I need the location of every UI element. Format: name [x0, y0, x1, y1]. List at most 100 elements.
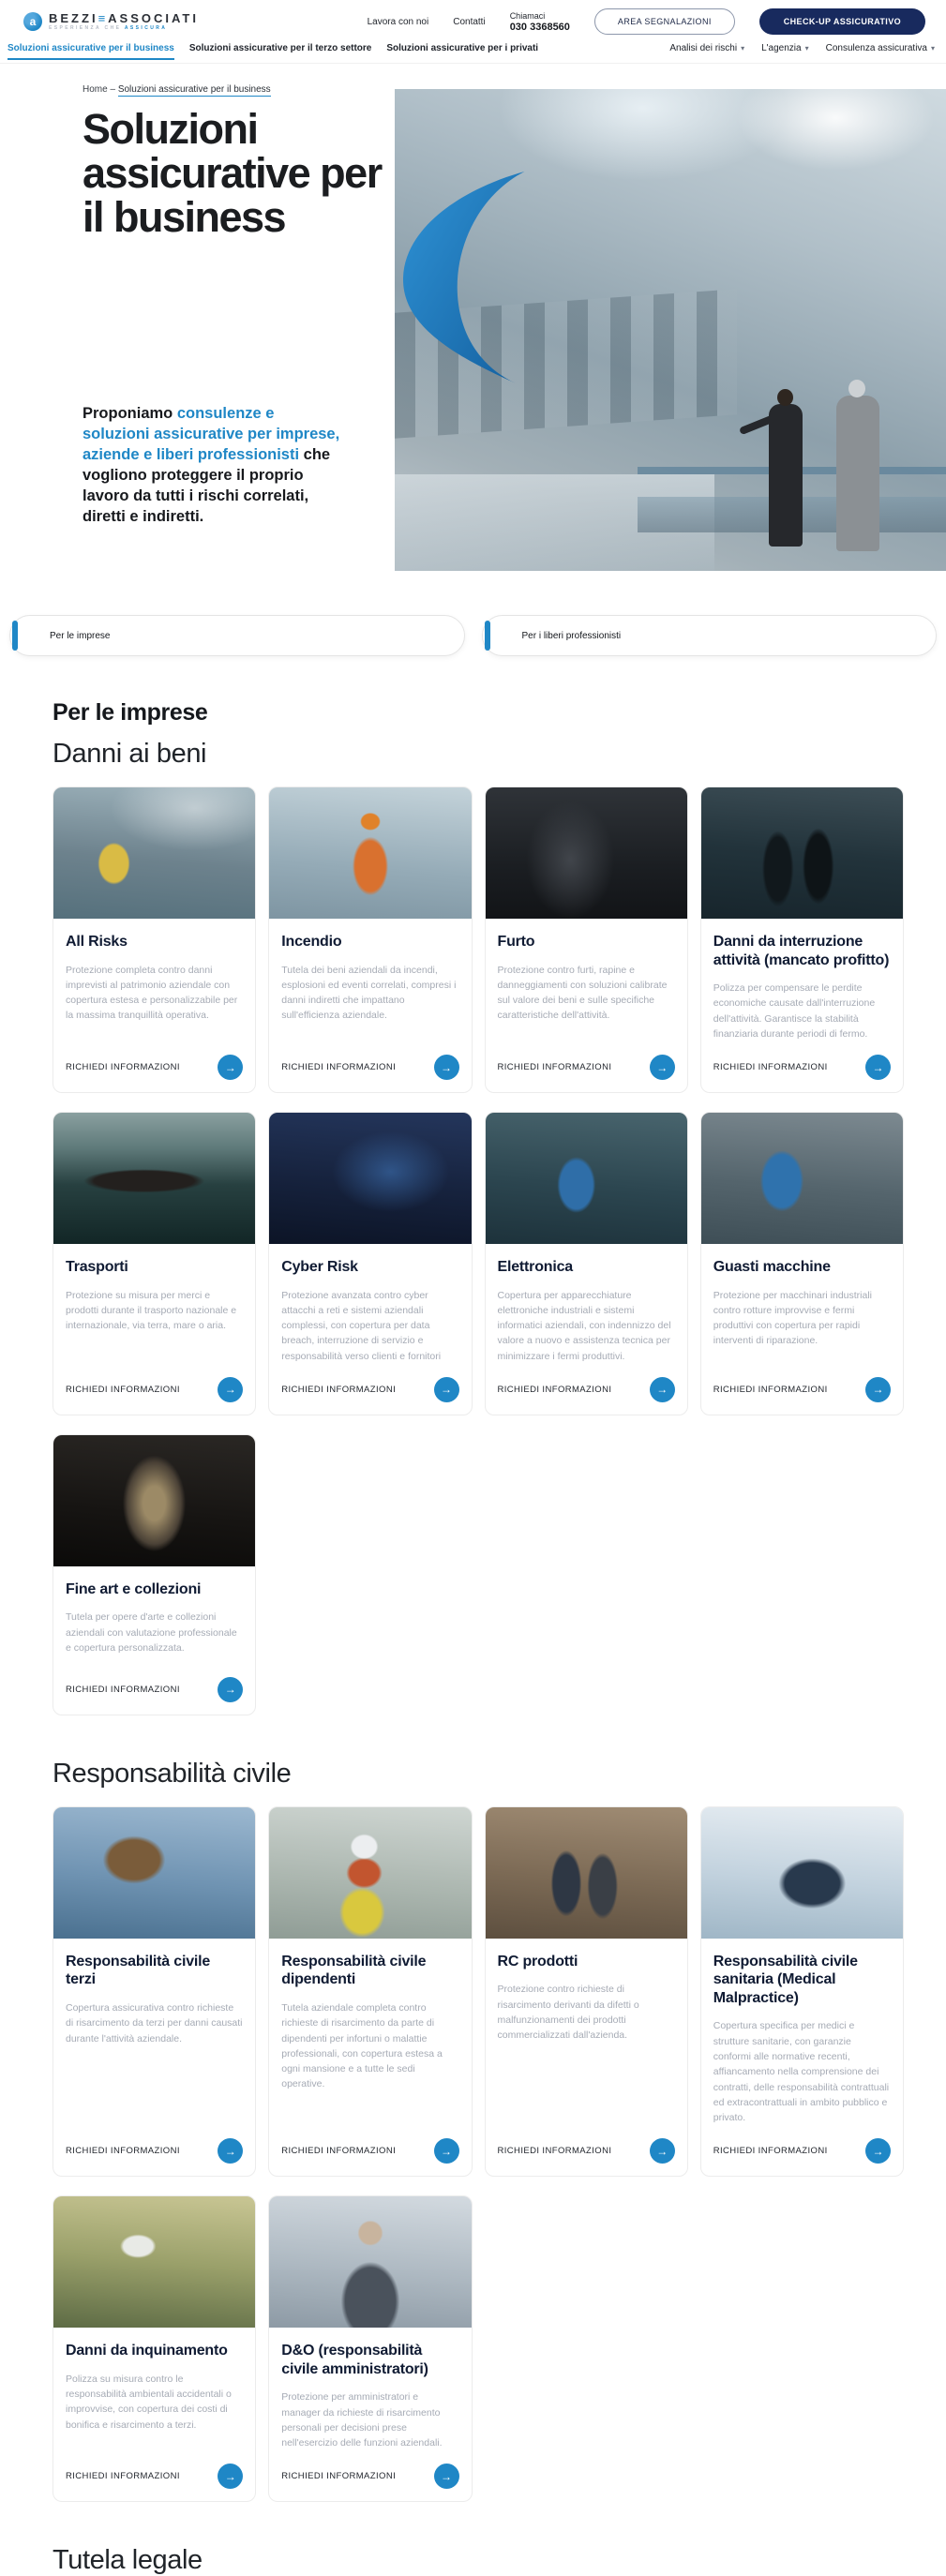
card-title: Responsabilità civile sanitaria (Medical… [713, 1953, 858, 2006]
blue-swoosh-graphic [402, 171, 525, 384]
call-label: Chiamaci [509, 10, 546, 21]
nav-link-contatti[interactable]: Contatti [453, 17, 485, 27]
arrow-button[interactable]: → [649, 1055, 675, 1081]
card-description: Protezione per macchinari industriali co… [713, 1289, 872, 1347]
card-elettronica: Elettronica Copertura per apparecchiatur… [484, 1112, 688, 1415]
request-info-link[interactable]: RICHIEDI INFORMAZIONI [281, 2471, 396, 2481]
card-image-elettronica [485, 1113, 687, 1245]
request-info-link[interactable]: RICHIEDI INFORMAZIONI [66, 2146, 180, 2156]
request-info-link[interactable]: RICHIEDI INFORMAZIONI [281, 1385, 396, 1395]
card-image-incendio [269, 787, 472, 919]
arrow-button[interactable]: → [865, 1376, 891, 1402]
card-image-interruzione [700, 787, 903, 919]
tab-per-le-imprese[interactable]: Per le imprese [9, 615, 465, 656]
checkup-assicurativo-button[interactable]: CHECK-UP ASSICURATIVO [758, 8, 925, 35]
card-title: Incendio [281, 934, 342, 950]
request-info-link[interactable]: RICHIEDI INFORMAZIONI [66, 2471, 180, 2481]
arrow-icon: → [224, 2144, 236, 2158]
arrow-button[interactable]: → [218, 1676, 244, 1702]
request-info-link[interactable]: RICHIEDI INFORMAZIONI [498, 1062, 612, 1072]
dropdown-agenzia[interactable]: L'agenzia ▾ [761, 43, 809, 53]
danni-ai-beni-grid: All Risks Protezione completa contro dan… [53, 786, 904, 1715]
dropdown-consulenza[interactable]: Consulenza assicurativa ▾ [826, 43, 935, 53]
card-image-rc-sanitaria [700, 1806, 903, 1939]
request-info-link[interactable]: RICHIEDI INFORMAZIONI [66, 1385, 180, 1395]
card-image-furto [485, 787, 687, 919]
card-incendio: Incendio Tutela dei beni aziendali da in… [268, 786, 473, 1094]
arrow-icon: → [224, 2469, 236, 2483]
subnav-terzo-settore[interactable]: Soluzioni assicurative per il terzo sett… [189, 43, 372, 60]
logo-tagline: ESPERIENZA CHE ASSICURA [49, 25, 168, 31]
logo[interactable]: a BEZZI≡ASSOCIATI ESPERIENZA CHE ASSICUR… [23, 12, 199, 31]
request-info-link[interactable]: RICHIEDI INFORMAZIONI [281, 1062, 396, 1072]
area-segnalazioni-button[interactable]: AREA SEGNALAZIONI [593, 8, 735, 35]
tab-per-i-liberi-professionisti[interactable]: Per i liberi professionisti [481, 615, 937, 656]
arrow-icon: → [872, 1060, 884, 1074]
arrow-button[interactable]: → [218, 2138, 244, 2164]
card-interruzione-attivita: Danni da interruzione attività (mancato … [699, 786, 904, 1094]
request-info-link[interactable]: RICHIEDI INFORMAZIONI [498, 1385, 612, 1395]
arrow-button[interactable]: → [433, 1055, 459, 1081]
card-image-guasti-macchine [700, 1113, 903, 1245]
request-info-link[interactable]: RICHIEDI INFORMAZIONI [66, 1062, 180, 1072]
arrow-button[interactable]: → [649, 2138, 675, 2164]
header: a BEZZI≡ASSOCIATI ESPERIENZA CHE ASSICUR… [0, 0, 946, 43]
arrow-button[interactable]: → [649, 1376, 675, 1402]
card-image-rc-prodotti [485, 1806, 687, 1939]
arrow-icon: → [441, 1060, 452, 1074]
card-description: Protezione contro furti, rapine e danneg… [497, 964, 668, 1022]
card-title: RC prodotti [497, 1953, 578, 1969]
arrow-button[interactable]: → [865, 2138, 891, 2164]
phone-number[interactable]: 030 3368560 [510, 22, 570, 33]
card-description: Protezione avanzata contro cyber attacch… [281, 1289, 442, 1362]
arrow-button[interactable]: → [218, 1376, 244, 1402]
card-description: Polizza su misura contro le responsabili… [66, 2373, 232, 2431]
chevron-down-icon: ▾ [741, 44, 745, 52]
card-description: Copertura assicurativa contro richieste … [66, 2001, 243, 2044]
arrow-button[interactable]: → [433, 2138, 459, 2164]
card-title: Danni da inquinamento [66, 2343, 228, 2359]
breadcrumb-home[interactable]: Home [83, 84, 108, 95]
card-cyber-risk: Cyber Risk Protezione avanzata contro cy… [268, 1112, 473, 1415]
logo-separator-icon: ≡ [98, 11, 109, 25]
card-fine-art: Fine art e collezioni Tutela per opere d… [53, 1433, 257, 1715]
request-info-link[interactable]: RICHIEDI INFORMAZIONI [713, 2146, 828, 2156]
card-all-risks: All Risks Protezione completa contro dan… [53, 786, 257, 1094]
request-info-link[interactable]: RICHIEDI INFORMAZIONI [713, 1385, 828, 1395]
nav-link-lavora-con-noi[interactable]: Lavora con noi [368, 17, 429, 27]
arrow-button[interactable]: → [218, 2464, 244, 2490]
card-description: Tutela aziendale completa contro richies… [281, 2001, 443, 2090]
dropdown-analisi-rischi[interactable]: Analisi dei rischi ▾ [669, 43, 744, 53]
arrow-button[interactable]: → [433, 2464, 459, 2490]
card-furto: Furto Protezione contro furti, rapine e … [484, 786, 688, 1094]
arrow-icon: → [656, 1060, 668, 1074]
card-description: Protezione contro richieste di risarcime… [497, 1984, 639, 2042]
card-image-fine-art [53, 1434, 256, 1566]
card-rc-terzi: Responsabilità civile terzi Copertura as… [53, 1805, 257, 2178]
arrow-button[interactable]: → [865, 1055, 891, 1081]
card-description: Protezione completa contro danni imprevi… [66, 964, 238, 1022]
card-description: Protezione su misura per merci e prodott… [66, 1289, 237, 1332]
request-info-link[interactable]: RICHIEDI INFORMAZIONI [281, 2146, 396, 2156]
arrow-icon: → [441, 1383, 452, 1397]
audience-tabs: Per le imprese Per i liberi professionis… [9, 615, 937, 656]
card-description: Polizza per compensare le perdite econom… [713, 982, 876, 1040]
arrow-button[interactable]: → [218, 1055, 244, 1081]
arrow-button[interactable]: → [433, 1376, 459, 1402]
card-description: Copertura specifica per medici e struttu… [713, 2020, 890, 2124]
request-info-link[interactable]: RICHIEDI INFORMAZIONI [66, 1685, 180, 1695]
request-info-link[interactable]: RICHIEDI INFORMAZIONI [713, 1062, 828, 1072]
card-image-inquinamento [53, 2196, 256, 2329]
subnav-privati[interactable]: Soluzioni assicurative per i privati [386, 43, 538, 60]
card-description: Copertura per apparecchiature elettronic… [497, 1289, 671, 1362]
page-title: Soluzioni assicurative per il business [83, 105, 383, 241]
hero-section: Home – Soluzioni assicurative per il bus… [0, 64, 946, 589]
subnav-business[interactable]: Soluzioni assicurative per il business [8, 43, 174, 60]
arrow-icon: → [441, 2144, 452, 2158]
request-info-link[interactable]: RICHIEDI INFORMAZIONI [498, 2146, 612, 2156]
card-danni-inquinamento: Danni da inquinamento Polizza su misura … [53, 2195, 257, 2503]
card-title: Fine art e collezioni [66, 1580, 202, 1597]
breadcrumb-current[interactable]: Soluzioni assicurative per il business [117, 84, 271, 97]
card-do-amministratori: D&O (responsabilità civile amministrator… [268, 2195, 473, 2503]
arrow-icon: → [224, 1383, 236, 1397]
